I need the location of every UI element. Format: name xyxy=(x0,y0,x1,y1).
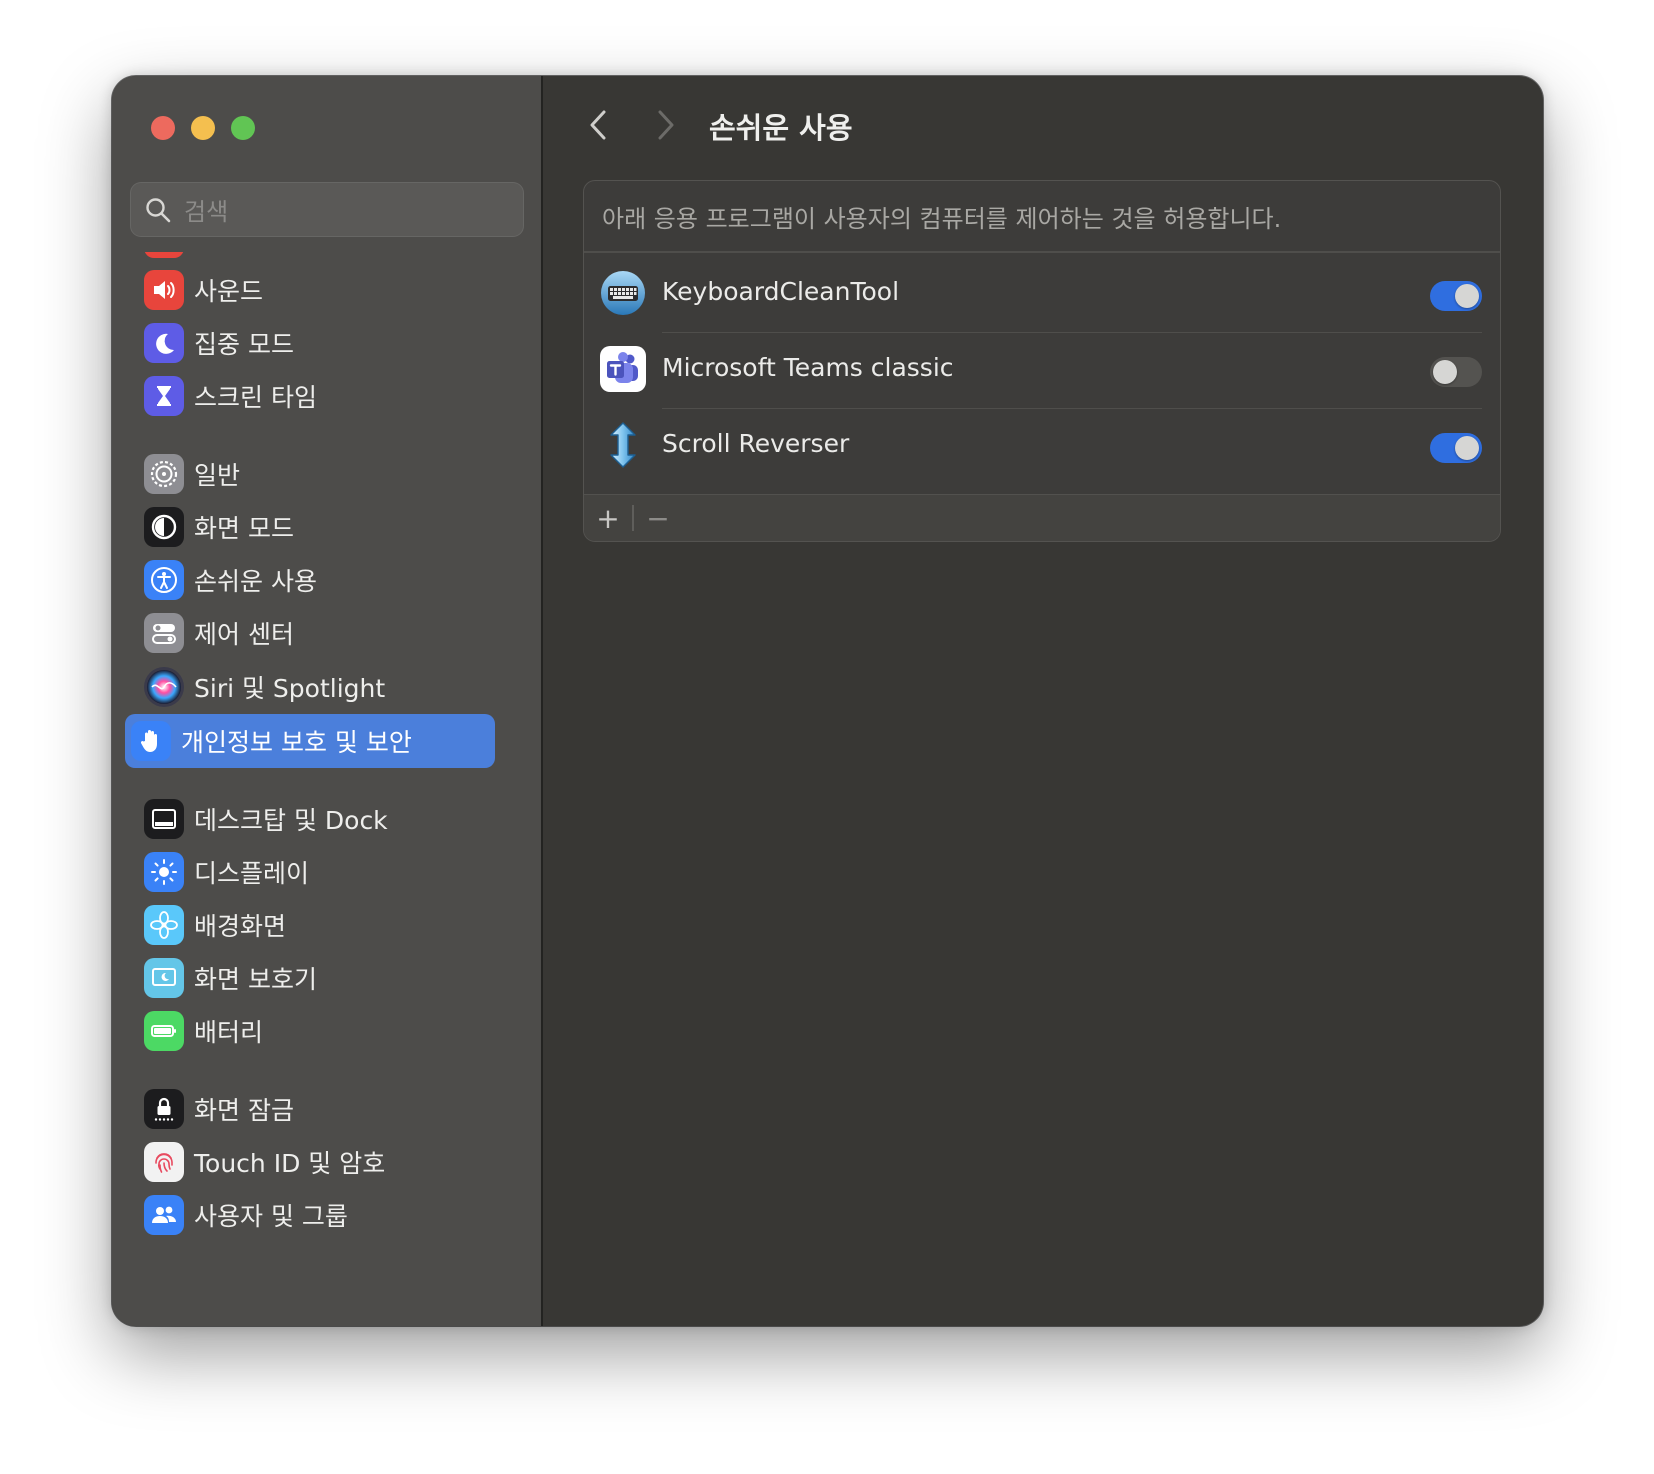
app-name: KeyboardCleanTool xyxy=(662,277,900,306)
hand-icon xyxy=(131,721,171,761)
sidebar-item-screen-saver[interactable]: 화면 보호기 xyxy=(132,950,522,1006)
main-content: 손쉬운 사용 아래 응용 프로그램이 사용자의 컴퓨터를 제어하는 것을 허용합… xyxy=(543,76,1543,1326)
sidebar-item-focus[interactable]: 집중 모드 xyxy=(132,315,522,371)
sidebar-item-screen-time[interactable]: 스크린 타임 xyxy=(132,368,522,424)
sidebar-list: 알림 사운드 집중 모드 스크린 타임 xyxy=(112,252,541,1326)
sidebar-item-lock-screen[interactable]: 화면 잠금 xyxy=(132,1081,522,1137)
sidebar-item-control-center[interactable]: 제어 센터 xyxy=(132,605,522,661)
keyboard-clean-tool-icon xyxy=(599,269,647,317)
remove-app-button[interactable]: − xyxy=(638,501,678,535)
page-title: 손쉬운 사용 xyxy=(709,111,853,145)
users-icon xyxy=(144,1195,184,1235)
minimize-window-button[interactable] xyxy=(191,116,215,140)
gear-icon xyxy=(144,454,184,494)
sidebar-item-label: 사용자 및 그룹 xyxy=(194,1202,348,1231)
app-name: Microsoft Teams classic xyxy=(662,353,954,382)
appearance-icon xyxy=(144,507,184,547)
chevron-left-icon xyxy=(587,108,609,146)
siri-icon xyxy=(144,667,184,707)
sidebar-item-accessibility[interactable]: 손쉬운 사용 xyxy=(132,552,522,608)
sidebar-item-label: 스크린 타임 xyxy=(194,383,317,412)
sidebar-item-siri-spotlight[interactable]: Siri 및 Spotlight xyxy=(132,659,522,715)
accessibility-icon xyxy=(144,560,184,600)
scroll-reverser-icon xyxy=(599,421,647,469)
moon-icon xyxy=(144,323,184,363)
sidebar-item-wallpaper[interactable]: 배경화면 xyxy=(132,897,522,953)
app-row: KeyboardCleanTool xyxy=(584,253,1500,333)
app-row: Scroll Reverser xyxy=(584,405,1500,485)
sidebar-item-label: 개인정보 보호 및 보안 xyxy=(181,728,412,757)
search-field[interactable]: 검색 xyxy=(130,182,524,237)
sidebar-item-label: 일반 xyxy=(194,461,241,490)
search-placeholder: 검색 xyxy=(184,198,229,226)
sidebar-item-label: Touch ID 및 암호 xyxy=(194,1149,386,1178)
back-button[interactable] xyxy=(583,108,613,146)
sidebar-item-label: 배터리 xyxy=(194,1018,264,1047)
accessibility-apps-panel: 아래 응용 프로그램이 사용자의 컴퓨터를 제어하는 것을 허용합니다. Key… xyxy=(583,180,1501,542)
divider xyxy=(632,505,634,531)
microsoft-teams-classic-toggle[interactable] xyxy=(1430,357,1482,387)
sidebar-item-label: 디스플레이 xyxy=(194,859,310,888)
speaker-icon xyxy=(144,270,184,310)
keyboardcleantool-toggle[interactable] xyxy=(1430,281,1482,311)
hourglass-icon xyxy=(144,376,184,416)
add-app-button[interactable]: + xyxy=(588,501,628,535)
sidebar-item-privacy-security[interactable]: 개인정보 보호 및 보안 xyxy=(125,714,495,768)
scroll-reverser-toggle[interactable] xyxy=(1430,433,1482,463)
traffic-lights xyxy=(151,116,255,140)
app-row: Microsoft Teams classic xyxy=(584,329,1500,409)
teams-icon xyxy=(599,345,647,393)
sidebar-item-label: 배경화면 xyxy=(194,912,287,941)
sidebar-item-label: 손쉬운 사용 xyxy=(194,567,317,596)
sidebar-item-users-groups[interactable]: 사용자 및 그룹 xyxy=(132,1187,522,1243)
sidebar-item-label: 사운드 xyxy=(194,277,264,306)
app-name: Scroll Reverser xyxy=(662,429,850,458)
chevron-right-icon xyxy=(655,108,677,146)
lock-icon xyxy=(144,1089,184,1129)
fingerprint-icon xyxy=(144,1142,184,1182)
sidebar-item-general[interactable]: 일반 xyxy=(132,446,522,502)
sidebar-item-sound[interactable]: 사운드 xyxy=(132,262,522,318)
sidebar-item-label: 알림 xyxy=(194,252,240,256)
sidebar-item-desktop-dock[interactable]: 데스크탑 및 Dock xyxy=(132,791,522,847)
panel-footer: + − xyxy=(584,494,1500,541)
battery-icon xyxy=(144,1011,184,1051)
flower-icon xyxy=(144,905,184,945)
sidebar-item-label: Siri 및 Spotlight xyxy=(194,674,386,703)
search-icon xyxy=(144,196,172,224)
zoom-window-button[interactable] xyxy=(231,116,255,140)
brightness-icon xyxy=(144,852,184,892)
sidebar: 검색 알림 사운드 집중 모드 xyxy=(112,76,543,1326)
sidebar-item-appearance[interactable]: 화면 모드 xyxy=(132,499,522,555)
sidebar-item-label: 제어 센터 xyxy=(194,620,294,649)
forward-button[interactable] xyxy=(651,108,681,146)
sidebar-item-label: 데스크탑 및 Dock xyxy=(194,806,388,835)
sidebar-item-battery[interactable]: 배터리 xyxy=(132,1003,522,1059)
dock-icon xyxy=(144,799,184,839)
sidebar-item-label: 집중 모드 xyxy=(194,330,294,359)
close-window-button[interactable] xyxy=(151,116,175,140)
settings-window: 검색 알림 사운드 집중 모드 xyxy=(112,76,1543,1326)
bell-icon xyxy=(144,252,184,258)
sidebar-item-label: 화면 보호기 xyxy=(194,965,317,994)
control-center-icon xyxy=(144,613,184,653)
sidebar-item-label: 화면 모드 xyxy=(194,514,294,543)
sidebar-item-displays[interactable]: 디스플레이 xyxy=(132,844,522,900)
panel-description: 아래 응용 프로그램이 사용자의 컴퓨터를 제어하는 것을 허용합니다. xyxy=(602,205,1282,233)
sidebar-item-label: 화면 잠금 xyxy=(194,1096,294,1125)
sidebar-item-touch-id[interactable]: Touch ID 및 암호 xyxy=(132,1134,522,1190)
screensaver-icon xyxy=(144,958,184,998)
